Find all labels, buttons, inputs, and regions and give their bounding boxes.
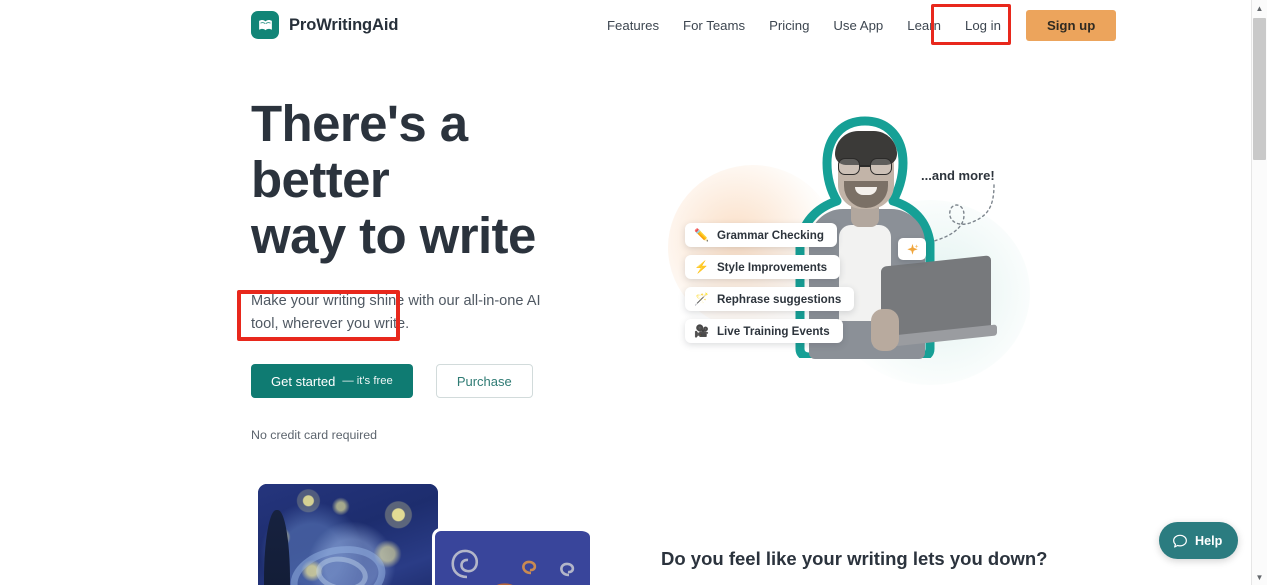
feature-pill-style-improvements: ⚡ Style Improvements [685, 255, 841, 279]
nav-item-use-app[interactable]: Use App [821, 12, 895, 39]
nav-item-log-in[interactable]: Log in [953, 12, 1013, 39]
feature-pill-label: Live Training Events [716, 324, 830, 338]
feature-pill-rephrase-suggestions: 🪄 Rephrase suggestions [685, 287, 855, 311]
get-started-label: Get started [271, 373, 336, 389]
lightning-icon: ⚡ [694, 260, 709, 274]
hero-illustration: ✏️ Grammar Checking ⚡ Style Improvements… [640, 95, 1030, 385]
scrollbar-up-arrow[interactable]: ▲ [1252, 0, 1267, 16]
scrollbar-down-arrow[interactable]: ▼ [1252, 569, 1267, 585]
vertical-scrollbar[interactable]: ▲ ▼ [1251, 0, 1267, 585]
hero-cta-row: Get started — it's free Purchase [251, 364, 591, 398]
feature-pill-label: Grammar Checking [716, 228, 824, 242]
brand-logo-link[interactable]: ProWritingAid [251, 11, 398, 39]
no-credit-card-note: No credit card required [251, 428, 378, 442]
main-navigation: Features For Teams Pricing Use App Learn… [595, 0, 1117, 50]
help-widget-button[interactable]: Help [1159, 522, 1239, 559]
page-content: ProWritingAid Features For Teams Pricing… [0, 0, 1251, 585]
hero-text-block: There's a better way to write Make your … [251, 96, 591, 442]
starry-night-original-image [258, 484, 438, 585]
starry-night-simplified-image [432, 528, 590, 585]
hero-subtitle: Make your writing shine with our all-in-… [251, 293, 541, 332]
site-header: ProWritingAid Features For Teams Pricing… [0, 0, 1251, 50]
pencil-icon: ✏️ [694, 228, 709, 242]
person-hand [871, 309, 899, 351]
brand-name: ProWritingAid [289, 15, 399, 34]
eyeglasses-icon [837, 158, 895, 175]
nav-item-features[interactable]: Features [595, 12, 671, 39]
page-title: There's a better way to write [251, 96, 591, 264]
open-book-icon [251, 11, 279, 39]
section-question-heading: Do you feel like your writing lets you d… [661, 548, 1048, 569]
feature-pill-live-training-events: 🎥 Live Training Events [685, 319, 843, 343]
help-widget-label: Help [1195, 533, 1223, 548]
feature-pill-list: ✏️ Grammar Checking ⚡ Style Improvements… [685, 223, 855, 343]
get-started-button[interactable]: Get started — it's free [251, 364, 413, 398]
hero-title-line-2: way to write [251, 207, 536, 264]
nav-item-learn[interactable]: Learn [895, 12, 953, 39]
magic-wand-icon: 🪄 [694, 292, 709, 306]
purchase-button[interactable]: Purchase [435, 364, 533, 398]
simplified-swirls [451, 549, 575, 585]
sparkle-icon [906, 243, 918, 255]
feature-pill-grammar-checking: ✏️ Grammar Checking [685, 223, 837, 247]
scrollbar-thumb[interactable] [1253, 18, 1266, 160]
chat-bubble-icon [1173, 534, 1187, 548]
sparkle-badge [898, 238, 926, 260]
nav-item-pricing[interactable]: Pricing [757, 12, 821, 39]
browser-viewport: ProWritingAid Features For Teams Pricing… [0, 0, 1267, 585]
get-started-free-note: — it's free [342, 375, 393, 387]
nav-item-for-teams[interactable]: For Teams [671, 12, 757, 39]
and-more-label: ...and more! [918, 167, 998, 184]
hero-title-line-1: There's a better [251, 95, 468, 208]
feature-pill-label: Rephrase suggestions [716, 292, 842, 306]
video-camera-icon: 🎥 [694, 324, 709, 338]
feature-pill-label: Style Improvements [716, 260, 828, 274]
signup-button[interactable]: Sign up [1025, 9, 1117, 41]
